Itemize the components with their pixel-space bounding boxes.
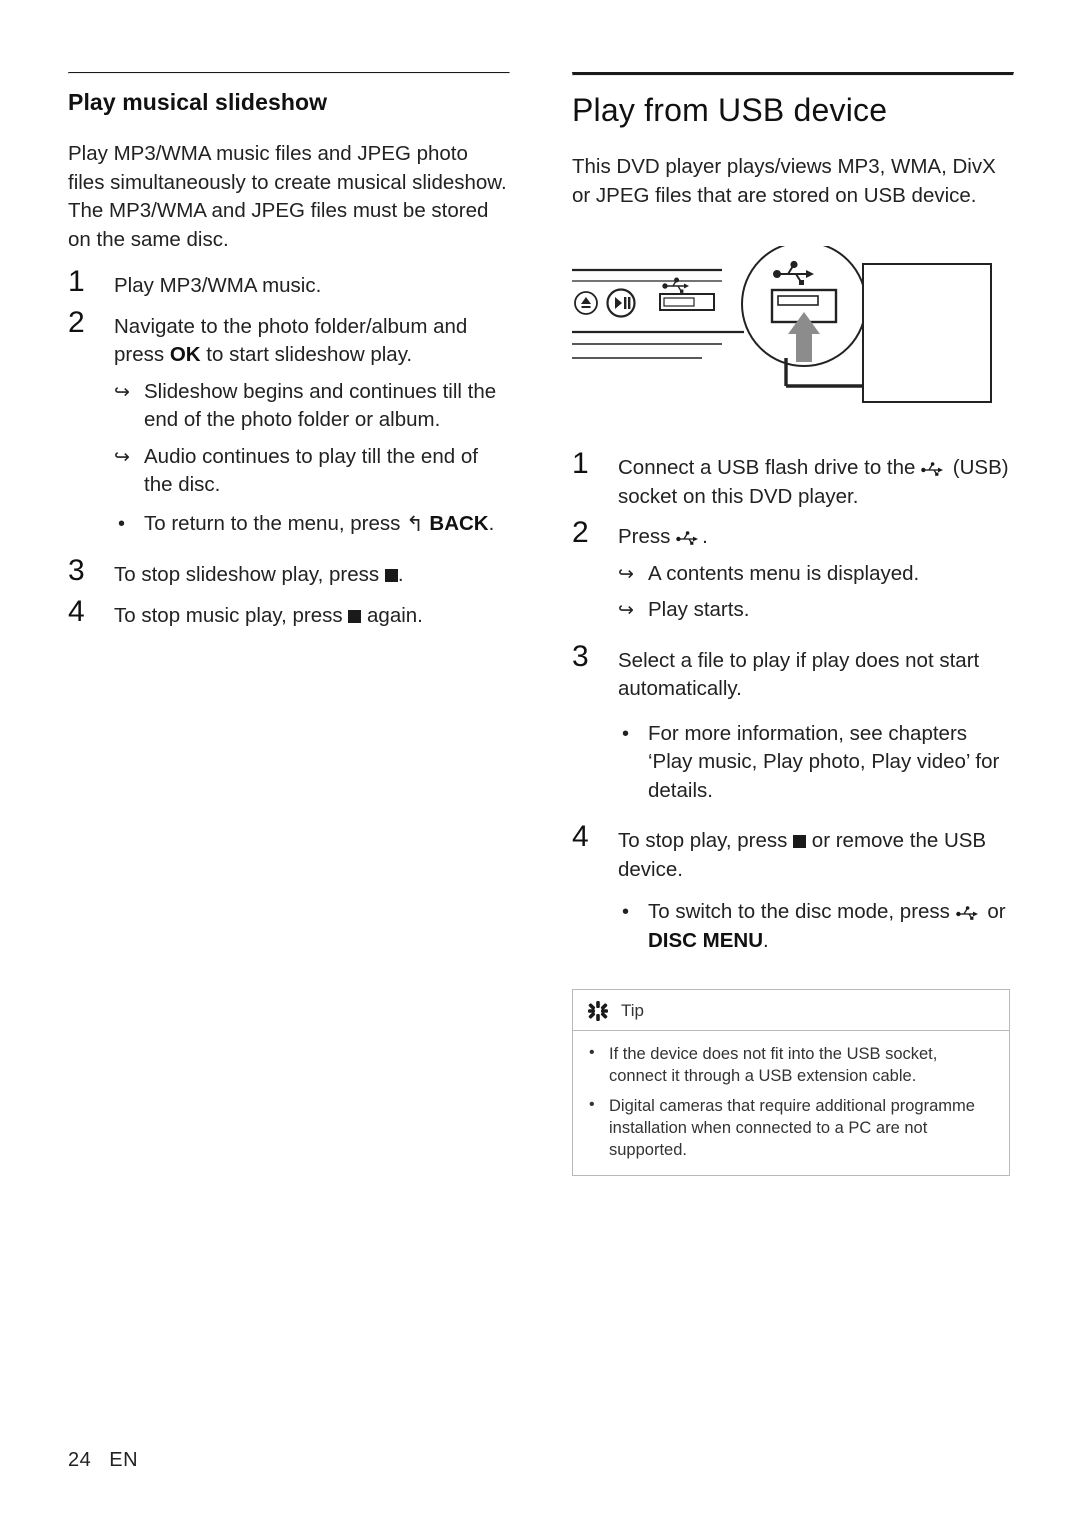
right-step-2-text-after: . [702, 525, 708, 548]
stop-button-icon [384, 569, 398, 582]
usb-icon [955, 904, 982, 920]
left-step-2-number: 2 [68, 305, 85, 339]
left-section-title: Play musical slideshow [68, 89, 328, 115]
right-step-3-number: 3 [572, 639, 589, 673]
left-step-4: 4 To stop music play, press again. [68, 595, 508, 631]
right-section-title: Play from USB device [572, 92, 888, 128]
bullet-icon: • [622, 722, 630, 745]
right-step-4-text-before: To stop play, press [618, 829, 794, 852]
bullet-icon: • [589, 1096, 595, 1113]
left-steps-list: 1 Play MP3/WMA music. 2 Navigate to the … [68, 265, 508, 631]
right-step-3-subitems: • For more information, see chapters ‘Pl… [618, 720, 1012, 806]
left-step-4-number: 4 [68, 594, 85, 628]
stop-button-icon [348, 609, 362, 623]
tip-body: • If the device does not fit into the US… [573, 1031, 1009, 1175]
right-step-2-number: 2 [572, 516, 589, 549]
right-sub-bullet-1: • For more information, see chapters ‘Pl… [618, 720, 1012, 806]
right-step-3: 3 Select a file to play if play does not… [572, 640, 1012, 704]
left-step-1-number: 1 [68, 265, 85, 298]
back-arrow-icon: ↰ [406, 512, 424, 536]
document-page: Play musical slideshow Play MP3/WMA musi… [0, 0, 1080, 1527]
right-step-4-subitems: • To switch to the disc mode, press or D… [618, 898, 1012, 955]
right-sub-bullet-2-text-end: . [763, 928, 769, 952]
tip-box: Tip • If the device does not fit into th… [572, 989, 1010, 1176]
stop-button-icon [793, 835, 807, 848]
usb-icon [676, 529, 702, 545]
usb-illustration-svg [572, 241, 992, 403]
left-step-3-number: 3 [68, 554, 85, 587]
right-sub-bullet-2-bold: DISC MENU [648, 928, 764, 952]
right-sub-arrow-1-text: A contents menu is displayed. [648, 561, 920, 585]
right-step-2-text-before: Press [618, 525, 677, 548]
left-step-1-text: Play MP3/WMA music. [114, 274, 322, 297]
bullet-icon: • [622, 901, 630, 923]
right-step-1-text-before: Connect a USB flash drive to the [618, 456, 922, 479]
tip-header: Tip [573, 990, 1009, 1031]
right-sub-bullet-2: • To switch to the disc mode, press or D… [618, 898, 1012, 955]
tip-star-icon [587, 1000, 609, 1022]
hook-arrow-icon: ↪ [114, 446, 130, 468]
left-column-rule [68, 72, 510, 74]
left-sub-arrow-1: ↪ Slideshow begins and continues till th… [114, 378, 508, 435]
tip-item-2: • Digital cameras that require additiona… [587, 1095, 995, 1161]
left-sub-arrow-1-text: Slideshow begins and continues till the … [144, 379, 497, 432]
left-step-3: 3 To stop slideshow play, press . [68, 554, 508, 590]
left-sub-bullet-1-text-before: To return to the menu, press [144, 511, 407, 535]
tip-item-1-text: If the device does not fit into the USB … [609, 1045, 938, 1085]
usb-icon [921, 460, 947, 476]
left-step-2-subitems: ↪ Slideshow begins and continues till th… [114, 378, 508, 540]
left-sub-bullet-1-bold: BACK [429, 511, 489, 535]
right-step-4-number: 4 [572, 820, 589, 853]
right-intro-paragraph: This DVD player plays/views MP3, WMA, Di… [572, 155, 996, 207]
left-step-3-text-before: To stop slideshow play, press [114, 563, 385, 586]
left-sub-arrow-2-text: Audio continues to play till the end of … [144, 444, 478, 497]
bullet-icon: • [589, 1044, 595, 1061]
right-sub-arrow-2: ↪ Play starts. [618, 596, 1012, 625]
hook-arrow-icon: ↪ [618, 563, 634, 585]
left-step-4-text-after: again. [361, 603, 423, 627]
left-step-3-text-after: . [397, 563, 404, 586]
right-step-2-subitems: ↪ A contents menu is displayed. ↪ Play s… [618, 560, 1012, 625]
right-step-1: 1 Connect a USB flash drive to the (USB)… [572, 447, 1012, 511]
right-sub-bullet-2-text-before: To switch to the disc mode, press [648, 900, 956, 923]
hook-arrow-icon: ↪ [114, 381, 130, 403]
bullet-icon: • [118, 512, 126, 535]
tip-item-1: • If the device does not fit into the US… [587, 1043, 995, 1087]
left-step-4-text-before: To stop music play, press [114, 603, 349, 627]
page-language: EN [109, 1449, 139, 1471]
page-footer: 24 EN [68, 1449, 138, 1472]
right-step-3-text: Select a file to play if play does not s… [618, 648, 980, 701]
left-step-2: 2 Navigate to the photo folder/album and… [68, 306, 508, 370]
right-column: Play from USB device This DVD player pla… [572, 72, 1014, 1176]
right-sub-bullet-2-text-after: or [981, 900, 1006, 923]
left-sub-bullet-1-text-after: . [488, 511, 495, 535]
left-step-1: 1 Play MP3/WMA music. [68, 265, 508, 301]
left-column: Play musical slideshow Play MP3/WMA musi… [68, 72, 510, 631]
tip-label: Tip [621, 1001, 644, 1020]
usb-connection-illustration [572, 241, 1012, 436]
left-intro-paragraph: Play MP3/WMA music files and JPEG photo … [68, 142, 507, 251]
right-step-4: 4 To stop play, press or remove the USB … [572, 820, 1012, 884]
right-step-2: 2 Press . [572, 516, 1012, 552]
left-step-2-text-after: to start slideshow play. [200, 343, 413, 366]
left-sub-arrow-2: ↪ Audio continues to play till the end o… [114, 443, 508, 500]
tip-item-2-text: Digital cameras that require additional … [609, 1097, 975, 1159]
hook-arrow-icon: ↪ [618, 600, 634, 621]
right-sub-arrow-1: ↪ A contents menu is displayed. [618, 560, 1012, 589]
right-sub-bullet-1-text: For more information, see chapters ‘Play… [648, 721, 1000, 802]
right-column-rule [572, 72, 1014, 76]
page-number: 24 [68, 1449, 92, 1471]
left-sub-bullet-1: • To return to the menu, press ↰ BACK. [114, 510, 508, 540]
right-step-1-number: 1 [572, 447, 589, 480]
right-steps-list: 1 Connect a USB flash drive to the (USB)… [572, 447, 1012, 955]
left-step-2-bold: OK [169, 343, 201, 366]
right-sub-arrow-2-text: Play starts. [648, 598, 750, 621]
